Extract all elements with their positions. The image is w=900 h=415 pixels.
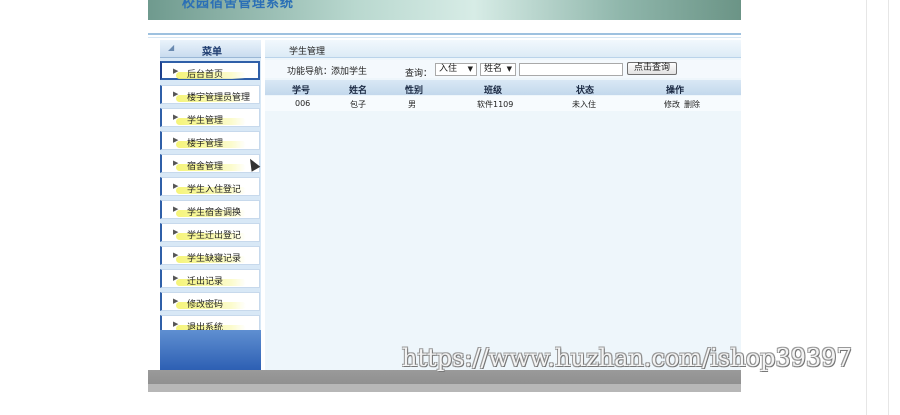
sidebar-item-label: 学生缺寝记录 (187, 254, 242, 264)
sidebar-item-dorm-swap[interactable]: ▶ 学生宿舍调换 (160, 200, 260, 219)
toolbar: 功能导航： 添加学生 查询： 入住 ▼ 姓名 ▼ 点击查询 (265, 60, 741, 79)
arrow-right-icon: ▶ (173, 159, 179, 167)
cell-gender: 男 (408, 100, 416, 109)
field-select-value: 姓名 (484, 64, 503, 74)
chevron-down-icon: ▼ (506, 65, 512, 73)
sidebar-item-label: 后台首页 (187, 70, 224, 80)
status-select-value: 入住 (439, 64, 458, 74)
sidebar-item-label: 修改密码 (187, 300, 224, 310)
sidebar-item-label: 楼宇管理员管理 (187, 93, 251, 103)
sidebar-item-label: 学生入住登记 (187, 185, 242, 195)
field-select[interactable]: 姓名 ▼ (480, 63, 516, 76)
menu-title: 菜单 (202, 47, 222, 58)
divider (866, 0, 867, 415)
status-select[interactable]: 入住 ▼ (435, 63, 477, 76)
arrow-right-icon: ▶ (173, 205, 179, 213)
scrollbar-track (148, 384, 741, 392)
sidebar-item-check-out[interactable]: ▶ 学生迁出登记 (160, 223, 260, 242)
sidebar-item-students[interactable]: ▶ 学生管理 (160, 108, 260, 127)
divider (888, 0, 889, 415)
query-label: 查询： (405, 69, 433, 79)
cell-status: 未入住 (572, 100, 596, 109)
sidebar-item-dashboard[interactable]: ▶ 后台首页 (160, 61, 260, 80)
column-header: 学号 (292, 86, 311, 96)
column-header: 姓名 (349, 86, 368, 96)
sidebar-item-change-password[interactable]: ▶ 修改密码 (160, 292, 260, 311)
search-button[interactable]: 点击查询 (627, 62, 677, 75)
nav-label: 功能导航： (287, 67, 333, 77)
cell-class: 软件1109 (477, 100, 514, 109)
app-frame: 校园宿舍管理系统 ◢ 菜单 ▶ 后台首页 ▶ 楼宇管理员管理 ▶ 学生管理 ▶ … (148, 0, 741, 392)
delete-link[interactable]: 删除 (684, 99, 700, 110)
divider (148, 37, 741, 38)
column-header: 班级 (484, 86, 503, 96)
sidebar-item-building-admins[interactable]: ▶ 楼宇管理员管理 (160, 85, 260, 104)
collapse-icon: ◢ (168, 43, 175, 52)
sidebar-item-checkout-records[interactable]: ▶ 迁出记录 (160, 269, 260, 288)
sidebar-item-absence[interactable]: ▶ 学生缺寝记录 (160, 246, 260, 265)
sidebar-item-dorms[interactable]: ▶ 宿舍管理 (160, 154, 260, 173)
arrow-right-icon: ▶ (173, 251, 179, 259)
sidebar-item-check-in[interactable]: ▶ 学生入住登记 (160, 177, 260, 196)
column-header: 操作 (666, 86, 685, 96)
arrow-right-icon: ▶ (173, 67, 179, 75)
arrow-right-icon: ▶ (173, 228, 179, 236)
watermark: https://www.huzhan.com/ishop39397 (402, 344, 852, 372)
table-header: 学号 姓名 性别 班级 状态 操作 (265, 80, 741, 96)
main-content: 学生管理 功能导航： 添加学生 查询： 入住 ▼ 姓名 ▼ 点击查询 学号 姓名… (265, 40, 741, 370)
sidebar-item-label: 迁出记录 (187, 277, 224, 287)
add-student-link[interactable]: 添加学生 (331, 64, 367, 77)
arrow-right-icon: ▶ (173, 90, 179, 98)
column-header: 性别 (405, 86, 424, 96)
menu-header: ◢ 菜单 (160, 40, 261, 58)
table-row: 006 包子 男 软件1109 未入住 修改 删除 (265, 96, 741, 111)
sidebar-item-label: 宿舍管理 (187, 162, 224, 172)
sidebar-item-label: 学生宿舍调换 (187, 208, 242, 218)
edit-link[interactable]: 修改 (664, 99, 680, 110)
sidebar-item-label: 学生迁出登记 (187, 231, 242, 241)
arrow-right-icon: ▶ (173, 274, 179, 282)
chevron-down-icon: ▼ (467, 65, 473, 73)
sidebar-item-label: 楼宇管理 (187, 139, 224, 149)
arrow-right-icon: ▶ (173, 136, 179, 144)
search-input[interactable] (519, 63, 623, 76)
top-banner: 校园宿舍管理系统 (148, 0, 741, 20)
arrow-right-icon: ▶ (173, 320, 179, 328)
sidebar-footer (160, 330, 261, 370)
column-header: 状态 (576, 86, 595, 96)
arrow-right-icon: ▶ (173, 113, 179, 121)
page-title: 学生管理 (289, 47, 326, 57)
cell-id: 006 (295, 99, 311, 108)
sidebar-item-buildings[interactable]: ▶ 楼宇管理 (160, 131, 260, 150)
breadcrumb: 学生管理 (265, 40, 741, 58)
sidebar-item-label: 学生管理 (187, 116, 224, 126)
arrow-right-icon: ▶ (173, 182, 179, 190)
sidebar: ◢ 菜单 ▶ 后台首页 ▶ 楼宇管理员管理 ▶ 学生管理 ▶ 楼宇管理 ▶ 宿舍… (160, 40, 261, 370)
arrow-right-icon: ▶ (173, 297, 179, 305)
cell-name: 包子 (350, 100, 366, 109)
app-title: 校园宿舍管理系统 (182, 0, 295, 11)
divider (148, 33, 741, 35)
